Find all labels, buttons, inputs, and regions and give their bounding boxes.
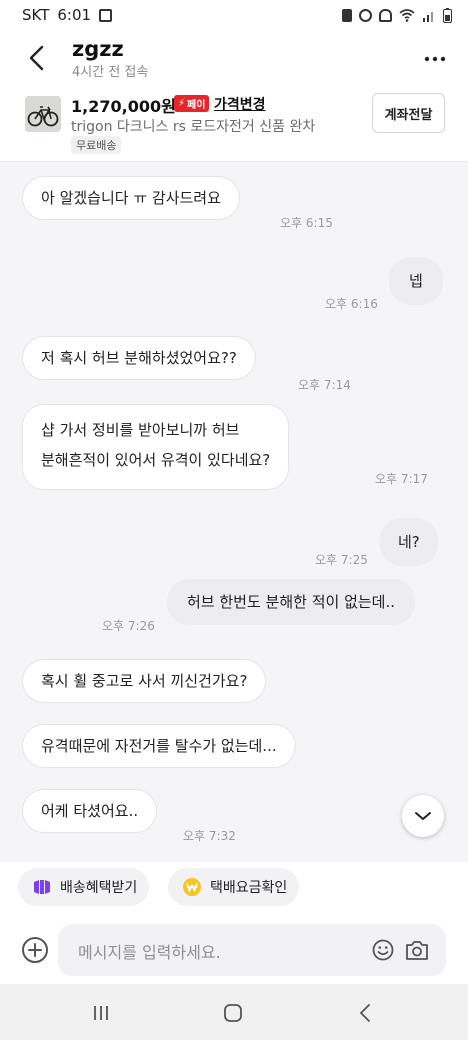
back-button[interactable] xyxy=(18,40,54,76)
emoji-icon[interactable] xyxy=(372,939,394,961)
message-input-placeholder: 메시지를 입력하세요. xyxy=(78,943,221,962)
message-time: 오후 6:15 xyxy=(280,216,333,230)
lightning-icon: ⚡ xyxy=(178,98,186,109)
chevron-left-icon xyxy=(29,45,44,71)
chat-header: zgzz 4시간 전 접속 xyxy=(0,30,468,86)
chevron-down-icon xyxy=(415,812,431,820)
more-icon xyxy=(424,56,446,62)
pay-badge-label: 페이 xyxy=(187,100,206,111)
quick-action-bar: 배송혜택받기 택배요금확인 xyxy=(0,862,468,917)
chat-partner-name: zgzz xyxy=(72,37,124,61)
shipping-benefit-chip[interactable]: 배송혜택받기 xyxy=(18,868,150,906)
clock-label: 6:01 xyxy=(57,6,92,24)
message-bubble: 유격때문에 자전거를 탈수가 없는데... xyxy=(22,724,296,768)
box-icon xyxy=(32,877,52,897)
message-line: 샵 가서 정비를 받아보니까 허브 xyxy=(41,421,240,439)
chip-label: 배송혜택받기 xyxy=(60,880,138,896)
message-time: 오후 7:14 xyxy=(298,378,351,392)
add-attachment-button[interactable] xyxy=(22,937,48,963)
recent-apps-button[interactable] xyxy=(86,998,116,1028)
message-bubble: 저 혹시 허브 분해하셨었어요?? xyxy=(22,336,256,380)
price-change-link[interactable]: 가격변경 xyxy=(214,94,266,114)
product-summary[interactable]: 1,270,000원 ⚡ 페이 가격변경 trigon 다크니스 rs 로드자전거… xyxy=(0,86,468,162)
chip-label: 택배요금확인 xyxy=(210,880,288,896)
message-bubble: 혹시 휠 중고로 사서 끼신건가요? xyxy=(22,659,267,703)
product-name: trigon 다크니스 rs 로드자전거 신품 완차 xyxy=(71,119,316,135)
message-time: 오후 7:32 xyxy=(183,829,236,843)
message-list[interactable]: 아 알겠습니다 ㅠ 감사드려요 오후 6:15 넵 오후 6:16 저 혹시 허… xyxy=(0,162,468,862)
scroll-to-bottom-button[interactable] xyxy=(402,795,444,837)
recent-apps-icon xyxy=(94,1006,108,1020)
gallery-icon xyxy=(99,8,113,22)
message-input-bar: 메시지를 입력하세요. xyxy=(0,917,468,984)
home-button[interactable] xyxy=(218,998,248,1028)
won-coin-icon xyxy=(182,877,202,897)
account-transfer-button[interactable]: 계좌전달 xyxy=(372,93,445,133)
signal-icon xyxy=(423,11,433,22)
message-time: 오후 6:16 xyxy=(325,297,378,311)
message-bubble: 허브 한번도 분해한 적이 없는데.. xyxy=(167,579,416,625)
plus-icon xyxy=(28,943,42,957)
message-time: 오후 7:17 xyxy=(375,472,428,486)
battery-icon xyxy=(443,7,452,23)
message-bubble: 샵 가서 정비를 받아보니까 허브 분해흔적이 있어서 유격이 있다네요? xyxy=(22,404,290,490)
mute-icon xyxy=(379,8,392,22)
delivery-fee-chip[interactable]: 택배요금확인 xyxy=(168,868,300,906)
last-seen-label: 4시간 전 접속 xyxy=(72,65,149,80)
product-price: 1,270,000원 xyxy=(71,97,176,116)
free-shipping-tag: 무료배송 xyxy=(71,136,122,154)
alarm-icon xyxy=(359,8,372,22)
message-time: 오후 7:26 xyxy=(102,619,155,633)
system-navigation-bar xyxy=(0,984,468,1040)
message-bubble: 어케 타셨어요.. xyxy=(22,789,158,833)
home-icon xyxy=(224,1004,242,1022)
bicycle-image xyxy=(25,96,61,132)
more-options-button[interactable] xyxy=(420,44,450,74)
pay-badge: ⚡ 페이 xyxy=(174,95,210,112)
message-bubble: 넵 xyxy=(389,257,443,305)
message-line: 분해흔적이 있어서 유격이 있다네요? xyxy=(41,451,271,469)
system-back-button[interactable] xyxy=(350,998,380,1028)
camera-icon[interactable] xyxy=(405,939,429,961)
wifi-icon xyxy=(399,8,415,22)
back-icon xyxy=(360,1004,370,1022)
message-time: 오후 7:25 xyxy=(315,553,368,567)
message-bubble: 네? xyxy=(380,518,438,566)
carrier-label: SKT xyxy=(22,6,50,24)
status-bar: SKT 6:01 xyxy=(0,0,468,30)
battery-saver-icon xyxy=(342,8,352,22)
product-thumbnail xyxy=(25,96,61,132)
message-bubble: 아 알겠습니다 ㅠ 감사드려요 xyxy=(22,176,240,220)
